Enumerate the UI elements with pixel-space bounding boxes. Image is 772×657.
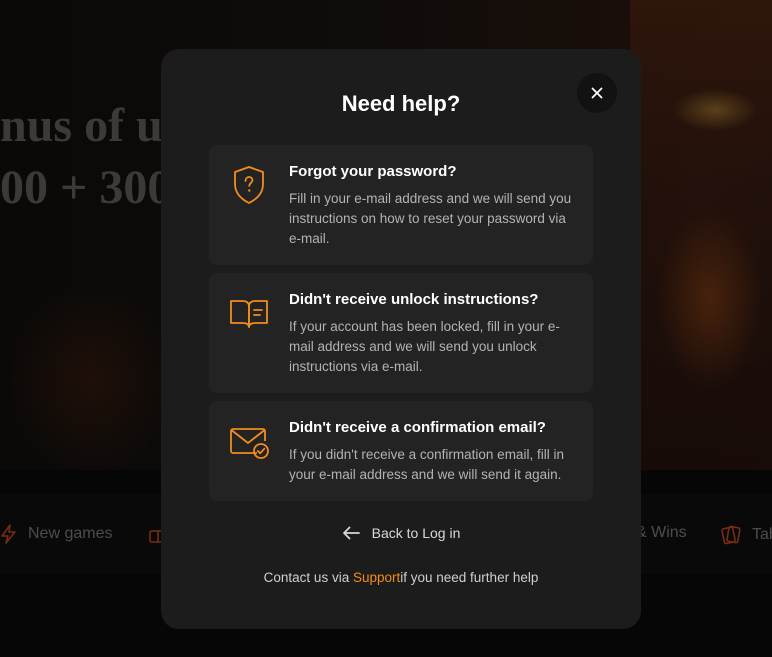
modal-title: Need help? — [341, 91, 461, 116]
open-book-icon — [230, 300, 268, 328]
arrow-left-icon — [342, 526, 360, 540]
contact-support-text: Contact us via Supportif you need furthe… — [161, 570, 641, 585]
back-to-login-link[interactable]: Back to Log in — [161, 525, 641, 541]
back-to-login-label: Back to Log in — [371, 525, 461, 541]
option-description: If your account has been locked, fill in… — [289, 319, 560, 374]
contact-suffix: if you need further help — [400, 570, 539, 585]
option-description: Fill in your e-mail address and we will … — [289, 191, 572, 246]
contact-prefix: Contact us via — [263, 570, 353, 585]
envelope-check-icon — [230, 428, 269, 459]
option-description: If you didn't receive a confirmation ema… — [289, 447, 564, 482]
option-unlock-instructions[interactable]: Didn't receive unlock instructions? If y… — [209, 273, 593, 393]
option-title: Didn't receive unlock instructions? — [289, 291, 539, 308]
option-confirmation-email[interactable]: Didn't receive a confirmation email? If … — [209, 401, 593, 501]
option-title: Didn't receive a confirmation email? — [289, 419, 546, 436]
support-link[interactable]: Support — [353, 570, 400, 585]
shield-question-icon — [234, 166, 264, 204]
option-forgot-password[interactable]: Forgot your password? Fill in your e-mai… — [209, 145, 593, 265]
option-title: Forgot your password? — [289, 163, 457, 180]
help-modal: Need help? Forgot your password? Fill in… — [161, 49, 641, 629]
